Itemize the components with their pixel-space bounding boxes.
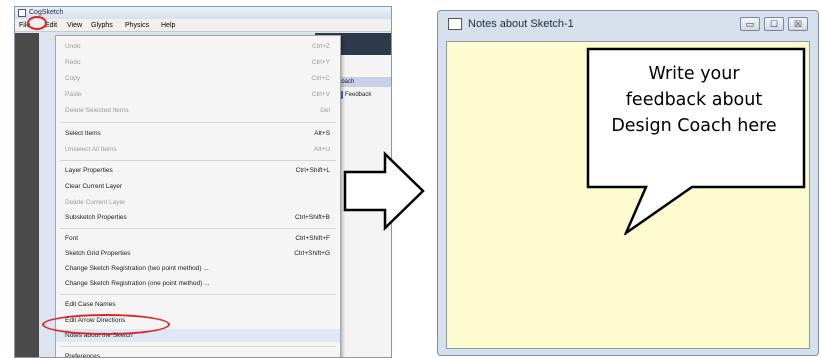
menu-item-layer-properties[interactable]: Layer Properties Ctrl+Shift+L [56,164,340,177]
menu-item-delete-selected[interactable]: Delete Selected Items Del [56,104,340,117]
menu-separator [60,346,336,347]
menu-item-shortcut: Ctrl+Shift+B [294,214,330,221]
cogsketch-title-bar: CogSketch [15,7,391,19]
callout-line: Write your [648,64,740,84]
menu-item-unselect-all[interactable]: Unselect All Items Alt+U [56,143,340,156]
menu-item-redo[interactable]: Redo Ctrl+Y [56,56,340,69]
menu-item-shortcut: Ctrl+C [311,75,330,82]
menu-item-grid-properties[interactable]: Sketch Grid Properties Ctrl+Shift+G [56,247,340,260]
menu-item-copy[interactable]: Copy Ctrl+C [56,72,340,85]
menu-item-shortcut: Ctrl+Z [312,43,330,50]
menu-item-paste[interactable]: Paste Ctrl+V [56,88,340,101]
menu-item-shortcut: Ctrl+Y [311,59,330,66]
menu-item-label: Delete Selected Items [65,107,129,114]
menu-item-select-items[interactable]: Select Items Alt+S [56,127,340,140]
menu-item-preferences[interactable]: Preferences [56,350,340,358]
canvas-sidebar [15,33,39,357]
callout-text: Write your feedback about Design Coach h… [586,61,802,139]
right-arrow-icon [343,151,425,231]
notes-window-title: Notes about Sketch-1 [468,18,574,30]
feedback-button[interactable]: Feedback [333,89,389,101]
menu-item-font[interactable]: Font Ctrl+Shift+F [56,232,340,245]
menu-item-shortcut: Del [320,107,330,114]
notes-title-bar: Notes about Sketch-1 [438,11,818,37]
maximize-button[interactable]: ☐ [764,17,784,31]
menu-item-label: Redo [65,59,81,66]
menu-item-label: Delete Current Layer [65,199,126,206]
cogsketch-window: CogSketch File Edit View Glyphs Physics … [14,6,392,358]
menu-item-label: Preferences [65,353,101,358]
menu-glyphs[interactable]: Glyphs [91,19,113,32]
menu-item-label: Paste [65,91,82,98]
menu-item-label: Select Items [65,130,101,137]
app-icon [18,9,26,17]
menu-item-registration-one-point[interactable]: Change Sketch Registration (one point me… [56,277,340,290]
menu-item-edit-case-names[interactable]: Edit Case Names [56,298,340,311]
window-icon [448,18,462,30]
feedback-label: Feedback [345,92,372,98]
menu-item-undo[interactable]: Undo Ctrl+Z [56,40,340,53]
menu-separator [60,122,336,123]
callout-line: Design Coach here [611,116,777,136]
minimize-button[interactable]: ▭ [740,17,760,31]
menu-item-subsketch-properties[interactable]: Subsketch Properties Ctrl+Shift+B [56,211,340,224]
menu-help[interactable]: Help [161,19,175,32]
menu-item-label: Change Sketch Registration (one point me… [65,280,210,287]
menu-separator [60,228,336,229]
notes-window: Notes about Sketch-1 ▭ ☐ ☒ Write your fe… [437,10,819,356]
menu-separator [60,160,336,161]
menu-item-shortcut: Alt+S [314,130,330,137]
menu-item-shortcut: Ctrl+Shift+G [294,250,330,257]
menu-item-shortcut: Ctrl+V [311,91,330,98]
edit-menu-highlight-circle [27,16,47,30]
menu-item-clear-layer[interactable]: Clear Current Layer [56,180,340,193]
menu-separator [60,294,336,295]
menu-item-shortcut: Ctrl+Shift+L [295,167,330,174]
menu-view[interactable]: View [67,19,82,32]
menu-item-label: Unselect All Items [65,146,117,153]
menu-item-label: Clear Current Layer [65,183,123,190]
notes-item-highlight-circle [42,314,170,335]
menu-item-label: Layer Properties [65,167,113,174]
menu-item-label: Undo [65,43,81,50]
menu-item-registration-two-point[interactable]: Change Sketch Registration (two point me… [56,262,340,275]
menu-item-label: Edit Case Names [65,301,116,308]
callout-line: feedback about [625,90,763,110]
edit-menu: Undo Ctrl+Z Redo Ctrl+Y Copy Ctrl+C Paste Ct… [55,35,341,358]
menu-item-label: Copy [65,75,81,82]
cogsketch-title: CogSketch [29,9,64,16]
close-button[interactable]: ☒ [788,17,808,31]
menu-item-label: Sketch Grid Properties [65,250,131,257]
menu-item-shortcut: Alt+U [313,146,330,153]
menu-item-shortcut: Ctrl+Shift+F [295,235,330,242]
menu-item-label: Change Sketch Registration (two point me… [65,265,209,272]
menu-item-delete-layer[interactable]: Delete Current Layer [56,196,340,209]
menu-physics[interactable]: Physics [125,19,149,32]
menu-item-label: Font [65,235,79,242]
menu-bar: File Edit View Glyphs Physics Help [15,19,391,32]
menu-item-label: Subsketch Properties [65,214,127,221]
